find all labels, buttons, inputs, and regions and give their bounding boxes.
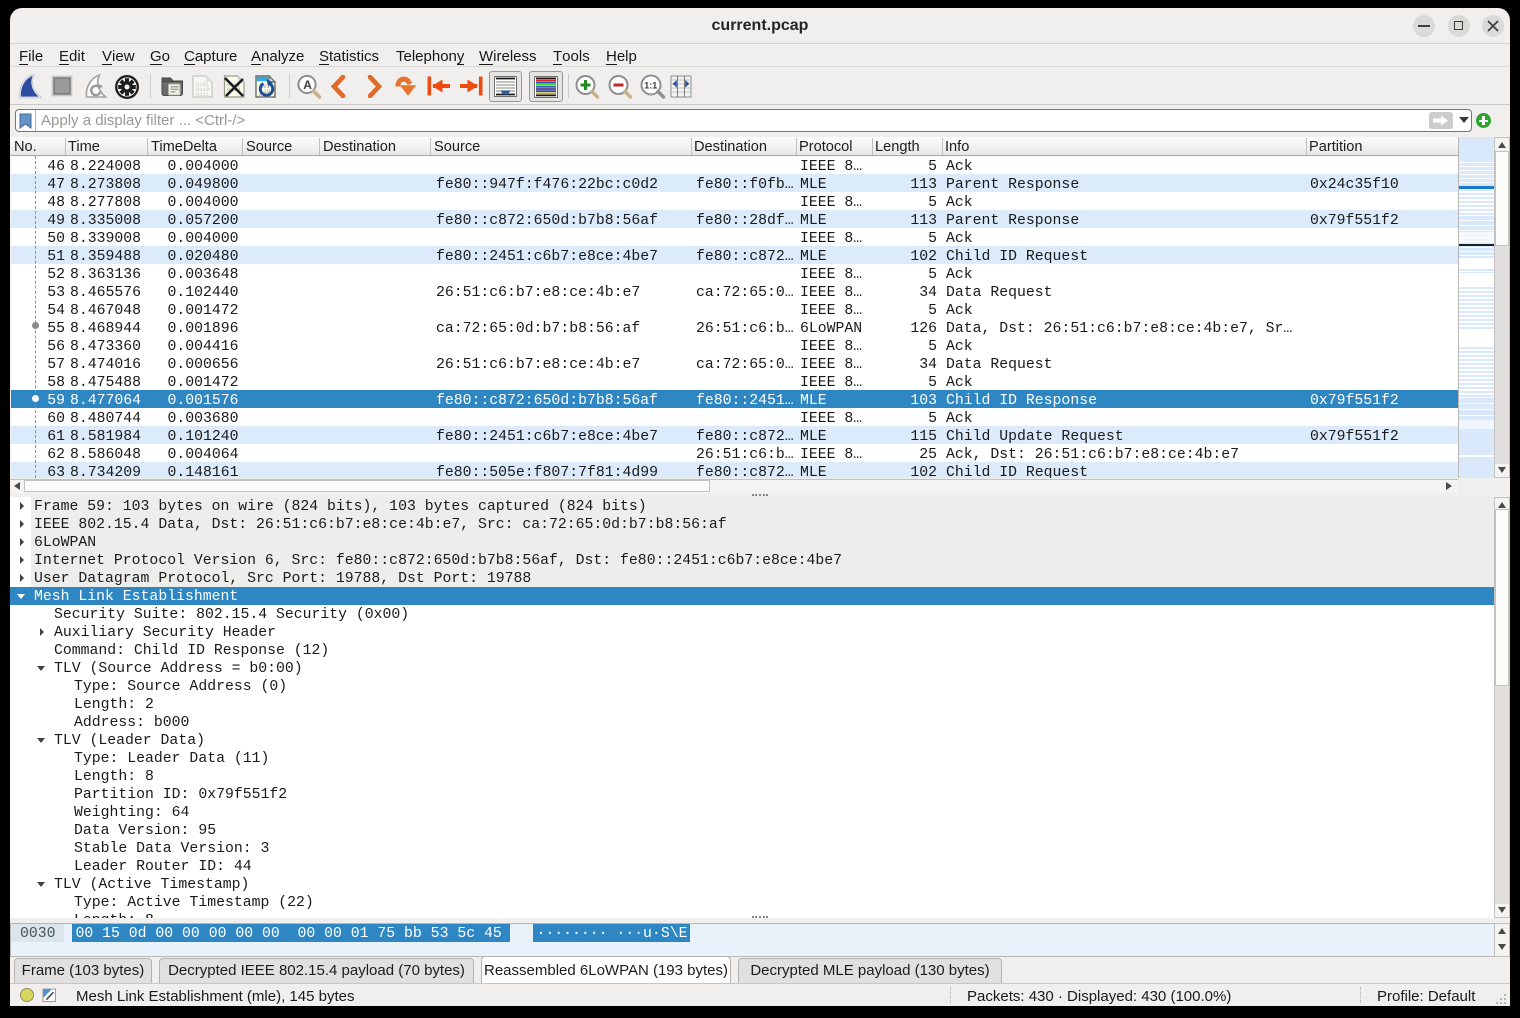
svg-text:A: A	[303, 78, 312, 92]
svg-text:1:1: 1:1	[644, 81, 657, 91]
svg-text:0111: 0111	[196, 91, 210, 98]
